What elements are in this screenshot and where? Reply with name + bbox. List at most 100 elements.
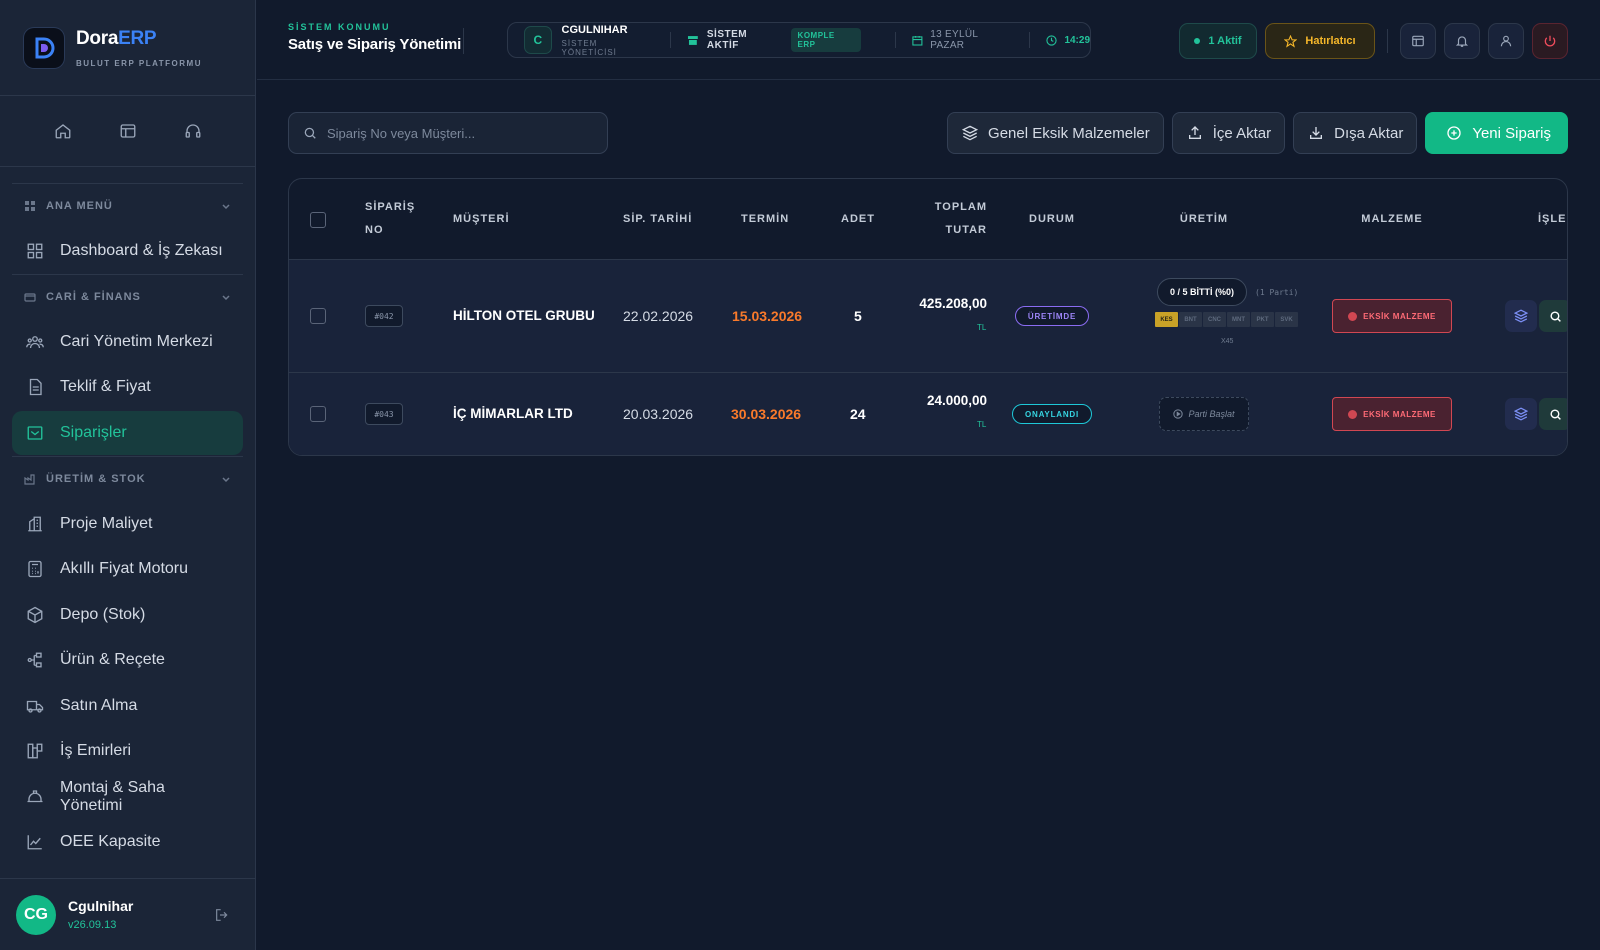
profile-button[interactable] — [1488, 23, 1524, 59]
sidebar-item-teklif[interactable]: Teklif & Fiyat — [12, 365, 243, 409]
status-bar: C CGULNIHAR SİSTEM YÖNETİCİSİ SİSTEM AKT… — [507, 22, 1091, 58]
chevron-down-icon — [222, 476, 230, 482]
upload-icon — [1188, 126, 1201, 139]
missing-materials-button[interactable]: Genel Eksik Malzemeler — [947, 112, 1164, 154]
col-uretim[interactable]: ÜRETİM — [1154, 208, 1254, 231]
deadline-date: 30.03.2026 — [731, 406, 802, 422]
row-checkbox[interactable] — [310, 308, 326, 324]
col-adet[interactable]: ADET — [841, 208, 875, 231]
top-header: SİSTEM KONUMU Satış ve Sipariş Yönetimi … — [257, 0, 1600, 80]
export-button[interactable]: Dışa Aktar — [1293, 112, 1418, 154]
stage-svk[interactable]: SVK — [1275, 312, 1298, 327]
sidebar-item-is-emirleri[interactable]: İş Emirleri — [12, 729, 243, 773]
select-all-checkbox[interactable] — [310, 212, 326, 228]
grid-icon — [25, 200, 35, 211]
box-icon — [27, 606, 43, 623]
table-row[interactable]: #042 HİLTON OTEL GRUBU 22.02.2026 15.03.… — [289, 260, 1567, 373]
active-users-badge[interactable]: 1 Aktif — [1179, 23, 1257, 59]
production-progress[interactable]: 0 / 5 BİTTİ (%0) — [1157, 278, 1247, 306]
new-order-button[interactable]: Yeni Sipariş — [1425, 112, 1568, 154]
building-icon — [28, 516, 42, 531]
orders-table: SİPARİŞ NO MÜŞTERİ SİP. TARİHİ TERMİN ADE… — [288, 178, 1568, 456]
section-ana-menu[interactable]: ANA MENÜ — [12, 183, 243, 227]
search-input[interactable] — [327, 125, 587, 141]
sidebar-item-satin-alma[interactable]: Satın Alma — [12, 684, 243, 728]
col-malzeme[interactable]: MALZEME — [1332, 208, 1452, 231]
sidebar-item-montaj[interactable]: Montaj & Saha Yönetimi — [12, 775, 243, 819]
col-sip-tarihi[interactable]: SİP. TARİHİ — [623, 208, 692, 231]
header-date: 13 EYLÜL PAZAR — [912, 29, 1013, 51]
search-action-button[interactable] — [1539, 398, 1567, 430]
layers-icon — [1514, 407, 1528, 421]
stage-pkt[interactable]: PKT — [1251, 312, 1274, 327]
sidebar-item-urun-recete[interactable]: Ürün & Reçete — [12, 638, 243, 682]
sidebar-item-label: Depo (Stok) — [60, 605, 146, 623]
sidebar-item-label: Akıllı Fiyat Motoru — [60, 560, 189, 577]
brand-subtitle: BULUT ERP PLATFORMU — [76, 58, 202, 68]
sidebar-item-cari[interactable]: Cari Yönetim Merkezi — [12, 320, 243, 364]
avatar[interactable]: CG — [16, 894, 56, 935]
sidebar-item-proje-maliyet[interactable]: Proje Maliyet — [12, 502, 243, 546]
missing-material-button[interactable]: EKSİK MALZEME — [1332, 397, 1452, 431]
sidebar: DoraERP BULUT ERP PLATFORMU ANA MENÜ Das… — [0, 0, 256, 950]
download-icon — [1310, 127, 1323, 139]
stage-mnt[interactable]: MNT — [1227, 312, 1250, 327]
sidebar-item-oee[interactable]: OEE Kapasite — [12, 820, 243, 864]
table-header: SİPARİŞ NO MÜŞTERİ SİP. TARİHİ TERMİN ADE… — [289, 179, 1567, 260]
sidebar-item-label: Teklif & Fiyat — [60, 378, 151, 395]
logout-icon[interactable] — [214, 907, 230, 923]
sidebar-item-siparisler[interactable]: Siparişler — [12, 410, 243, 455]
notifications-button[interactable] — [1444, 23, 1480, 59]
search-icon — [1549, 408, 1561, 420]
customer-name[interactable]: HİLTON OTEL GRUBU — [453, 308, 595, 323]
sidebar-item-fiyat-motoru[interactable]: Akıllı Fiyat Motoru — [12, 547, 243, 591]
col-siparis-no[interactable]: SİPARİŞ NO — [365, 196, 415, 242]
sidebar-item-depo[interactable]: Depo (Stok) — [12, 593, 243, 637]
headset-icon[interactable] — [177, 115, 209, 147]
search-action-button[interactable] — [1539, 300, 1567, 332]
header-time: 14:29 — [1046, 35, 1090, 46]
nav-menu: ANA MENÜ Dashboard & İş Zekası CARİ & Fİ… — [0, 167, 255, 864]
layout-toggle-button[interactable] — [1400, 23, 1436, 59]
section-uretim-stok[interactable]: ÜRETİM & STOK — [12, 456, 243, 500]
customer-name[interactable]: İÇ MİMARLAR LTD — [453, 406, 573, 421]
import-button[interactable]: İçe Aktar — [1171, 112, 1286, 154]
layers-action-button[interactable] — [1505, 398, 1537, 430]
document-icon — [29, 378, 42, 396]
start-batch-button[interactable]: Parti Başlat — [1159, 397, 1249, 431]
search-icon — [304, 127, 316, 139]
user-icon — [1500, 35, 1512, 47]
stage-bnt[interactable]: BNT — [1179, 312, 1202, 327]
table-row[interactable]: #043 İÇ MİMARLAR LTD 20.03.2026 30.03.20… — [289, 373, 1567, 455]
toolbar-actions: Genel Eksik Malzemeler İçe Aktar Dışa Ak… — [939, 112, 1568, 154]
store-icon — [688, 36, 698, 45]
location-label: SİSTEM KONUMU — [288, 22, 391, 32]
section-cari-finans[interactable]: CARİ & FİNANS — [12, 274, 243, 318]
layers-action-button[interactable] — [1505, 300, 1537, 332]
col-termin[interactable]: TERMİN — [741, 208, 789, 231]
chart-icon — [27, 835, 42, 850]
brand[interactable]: DoraERP BULUT ERP PLATFORMU — [0, 0, 255, 96]
header-actions: 1 Aktif Hatırlatıcı — [1179, 21, 1600, 61]
system-status: SİSTEM AKTİF — [687, 29, 780, 51]
row-checkbox[interactable] — [310, 406, 326, 422]
stage-kes[interactable]: KES — [1155, 312, 1178, 327]
col-musteri[interactable]: MÜŞTERİ — [453, 208, 510, 231]
reminder-button[interactable]: Hatırlatıcı — [1265, 23, 1375, 59]
sidebar-item-label: Satın Alma — [60, 696, 138, 714]
order-number-badge[interactable]: #042 — [365, 305, 403, 327]
col-toplam-tutar[interactable]: TOPLAM TUTAR — [909, 196, 987, 242]
page-title: Satış ve Sipariş Yönetimi — [288, 36, 462, 53]
home-icon[interactable] — [47, 115, 79, 147]
quick-links — [0, 96, 255, 167]
stage-cnc[interactable]: CNC — [1203, 312, 1226, 327]
missing-material-button[interactable]: EKSİK MALZEME — [1332, 299, 1452, 333]
sidebar-item-label: İş Emirleri — [60, 742, 132, 759]
sidebar-item-dashboard[interactable]: Dashboard & İş Zekası — [12, 229, 243, 273]
section-label: CARİ & FİNANS — [46, 290, 141, 303]
order-number-badge[interactable]: #043 — [365, 403, 403, 425]
layout-icon[interactable] — [112, 115, 144, 147]
col-durum[interactable]: DURUM — [1009, 208, 1095, 231]
power-button[interactable] — [1532, 23, 1568, 59]
quantity: 24 — [850, 406, 866, 422]
